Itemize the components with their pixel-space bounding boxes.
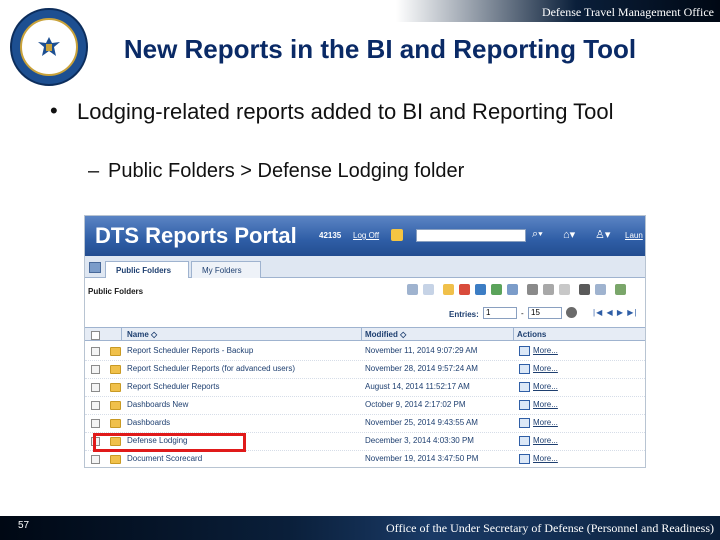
folder-name-link[interactable]: Report Scheduler Reports (for advanced u… <box>127 364 295 373</box>
portal-screenshot: DTS Reports Portal 42135 Log Off ⌕▾ ⌂▾ ♙… <box>84 215 646 468</box>
row-checkbox[interactable] <box>91 401 100 410</box>
refresh-icon[interactable] <box>391 229 403 241</box>
entries-from-input[interactable]: 1 <box>483 307 517 319</box>
bullet-1-text: Lodging-related reports added to BI and … <box>77 99 614 124</box>
new-url-icon[interactable] <box>475 284 486 295</box>
folder-icon <box>110 455 121 464</box>
modified-date: August 14, 2014 11:52:17 AM <box>365 382 470 391</box>
eagle-icon <box>38 37 60 56</box>
properties-icon[interactable] <box>519 454 530 464</box>
user-id: 42135 <box>319 231 342 240</box>
folder-icon <box>110 401 121 410</box>
column-modified[interactable]: Modified ◇ <box>365 330 406 339</box>
new-folder-icon[interactable] <box>443 284 454 295</box>
properties-icon[interactable] <box>519 400 530 410</box>
org-name-top: Defense Travel Management Office <box>541 5 714 19</box>
modified-date: November 28, 2014 9:57:24 AM <box>365 364 478 373</box>
slide-title: New Reports in the BI and Reporting Tool <box>123 34 637 64</box>
toolbar <box>407 284 643 298</box>
more-link[interactable]: More... <box>533 364 558 373</box>
sub-bullet-marker: – <box>88 160 100 182</box>
properties-icon[interactable] <box>519 382 530 392</box>
entries-separator: - <box>521 309 524 318</box>
more-link[interactable]: More... <box>533 436 558 445</box>
row-checkbox[interactable] <box>91 419 100 428</box>
delete-icon[interactable] <box>579 284 590 295</box>
copy-icon[interactable] <box>543 284 554 295</box>
table-row[interactable]: Document Scorecard November 19, 2014 3:4… <box>85 451 645 467</box>
column-name[interactable]: Name ◇ <box>127 330 157 339</box>
table-row[interactable]: Report Scheduler Reports August 14, 2014… <box>85 379 645 397</box>
folder-icon <box>110 383 121 392</box>
row-checkbox[interactable] <box>91 455 100 464</box>
more-link[interactable]: More... <box>533 382 558 391</box>
org-name-bottom: Office of the Under Secretary of Defense… <box>386 521 714 535</box>
tab-public-folders[interactable]: Public Folders <box>105 261 189 278</box>
properties-icon[interactable] <box>519 346 530 356</box>
page-number: 57 <box>18 520 30 531</box>
table-row[interactable]: Dashboards New October 9, 2014 2:17:02 P… <box>85 397 645 415</box>
properties-icon[interactable] <box>519 364 530 374</box>
home-icon[interactable]: ⌂▾ <box>563 228 575 241</box>
table-row[interactable]: Report Scheduler Reports (for advanced u… <box>85 361 645 379</box>
user-icon[interactable]: ♙▾ <box>595 228 610 241</box>
table-row[interactable]: Report Scheduler Reports - Backup Novemb… <box>85 343 645 361</box>
portal-header: DTS Reports Portal 42135 Log Off ⌕▾ ⌂▾ ♙… <box>85 216 645 256</box>
portal-title: DTS Reports Portal <box>95 223 297 248</box>
launch-link[interactable]: Laun <box>625 231 643 240</box>
search-icon[interactable]: ⌕▾ <box>532 228 543 241</box>
folder-name-link[interactable]: Dashboards <box>127 418 170 427</box>
folder-name-link[interactable]: Dashboards New <box>127 400 188 409</box>
order-icon[interactable] <box>615 284 626 295</box>
row-checkbox[interactable] <box>91 365 100 374</box>
bullet-2-text: Public Folders > Defense Lodging folder <box>108 160 465 182</box>
folder-name-link[interactable]: Report Scheduler Reports - Backup <box>127 346 253 355</box>
dod-seal-icon <box>10 8 88 86</box>
select-all-checkbox[interactable] <box>91 331 100 340</box>
new-page-icon[interactable] <box>491 284 502 295</box>
folder-name-link[interactable]: Document Scorecard <box>127 454 202 463</box>
more-link[interactable]: More... <box>533 346 558 355</box>
tab-my-folders[interactable]: My Folders <box>191 261 261 278</box>
highlight-box <box>93 433 246 452</box>
search-input[interactable] <box>416 229 526 242</box>
entries-label: Entries: <box>449 310 479 319</box>
row-checkbox[interactable] <box>91 383 100 392</box>
seal-ring <box>20 18 78 76</box>
more-link[interactable]: More... <box>533 418 558 427</box>
folder-icon <box>110 347 121 356</box>
column-divider <box>361 327 362 341</box>
modified-date: November 11, 2014 9:07:29 AM <box>365 346 478 355</box>
column-divider <box>513 327 514 341</box>
folder-tree-icon[interactable] <box>89 262 101 273</box>
column-divider <box>121 327 122 341</box>
bullet-marker: • <box>50 98 58 123</box>
modified-date: December 3, 2014 4:03:30 PM <box>365 436 474 445</box>
pager-controls[interactable]: |◀ ◀ ▶ ▶| <box>593 308 637 317</box>
cut-icon[interactable] <box>527 284 538 295</box>
folder-name-link[interactable]: Report Scheduler Reports <box>127 382 220 391</box>
modified-date: November 19, 2014 3:47:50 PM <box>365 454 479 463</box>
properties-icon[interactable] <box>519 418 530 428</box>
logoff-link[interactable]: Log Off <box>353 231 379 240</box>
properties-icon[interactable] <box>519 436 530 446</box>
row-checkbox[interactable] <box>91 347 100 356</box>
more-link[interactable]: More... <box>533 454 558 463</box>
modified-date: October 9, 2014 2:17:02 PM <box>365 400 466 409</box>
list-view-icon[interactable] <box>423 284 434 295</box>
modified-date: November 25, 2014 9:43:55 AM <box>365 418 478 427</box>
entries-to-input[interactable]: 15 <box>528 307 562 319</box>
table-row[interactable]: Dashboards November 25, 2014 9:43:55 AM … <box>85 415 645 433</box>
go-icon[interactable] <box>566 307 577 318</box>
section-label: Public Folders <box>88 287 144 296</box>
paste-icon[interactable] <box>559 284 570 295</box>
set-properties-icon[interactable] <box>595 284 606 295</box>
more-link[interactable]: More... <box>533 400 558 409</box>
details-view-icon[interactable] <box>407 284 418 295</box>
folder-icon <box>110 365 121 374</box>
folder-icon <box>110 419 121 428</box>
column-actions: Actions <box>517 330 547 339</box>
new-job-icon[interactable] <box>459 284 470 295</box>
properties-icon[interactable] <box>507 284 518 295</box>
